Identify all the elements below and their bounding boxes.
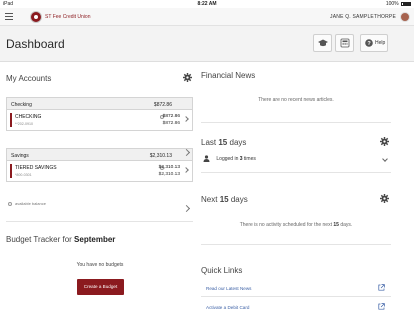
account-row-tiered-savings[interactable]: TIERED SAVINGS *800-0301 $2,310.13 $2,31… [7,161,192,181]
budget-month: September [74,235,116,244]
legend-text: available balance [15,201,46,206]
next-days-prefix: Next [201,195,218,204]
quick-link-divider [201,296,391,297]
avatar[interactable] [400,12,410,22]
last-days-suffix: days [229,138,247,147]
next-days-title: Next 15 days [201,195,248,204]
education-button[interactable] [313,34,332,52]
battery-percent: 100% [385,1,399,7]
external-link-icon[interactable] [378,303,385,310]
accounts-settings-gear-icon[interactable] [183,73,192,82]
account-name: TIERED SAVINGS [15,165,57,171]
last-days-count: 15 [218,138,228,147]
account-number: *800-0301 [15,173,32,177]
expand-chevron-down-icon[interactable] [382,156,388,162]
section-divider [201,244,391,245]
chevron-right-icon [183,116,189,122]
account-name: CHECKING [15,114,42,120]
available-balance-legend: available balance [8,201,46,206]
next-days-settings-gear-icon[interactable] [380,194,389,203]
page-title: Dashboard [6,37,65,51]
help-button[interactable]: ? Help [360,34,388,52]
savings-group-header: Savings $2,310.13 [7,149,192,161]
section-divider [6,221,193,222]
quick-link-activate-debit-card[interactable]: Activate a Debit Card [206,305,249,310]
calculator-icon [340,38,349,48]
last-days-prefix: Last [201,138,217,147]
credit-union-logo[interactable] [30,11,42,23]
available-balance: $872.86 [162,114,180,119]
financial-news-title: Financial News [201,71,256,80]
battery-status: 100% [386,1,411,7]
group-total: $872.86 [153,102,172,108]
user-menu[interactable]: JANE Q. SAMPLETHORPE [330,14,396,20]
logged-count: 3 [239,155,243,162]
status-bar: iPad 8:22 AM 100% [0,0,414,8]
section-divider [201,122,391,123]
logged-suffix: times [243,155,256,162]
available-balance-icon [8,201,12,206]
user-icon [203,155,210,162]
checking-group-header: Checking $872.86 [7,98,192,110]
my-accounts-title: My Accounts [6,74,52,83]
current-balance: $872.86 [162,121,180,126]
group-name: Savings [11,153,29,159]
next-days-count: 15 [219,195,229,204]
next-days-chevron-right-icon[interactable] [182,204,191,213]
savings-group: Savings $2,310.13 TIERED SAVINGS *800-03… [6,148,193,182]
help-label: Help [375,40,386,46]
account-accent-bar [10,164,12,178]
no-budgets-message: You have no budgets [76,262,124,268]
brand-name[interactable]: ST Fee Credit Union [45,14,90,20]
graduation-cap-icon [317,39,328,47]
quick-link-latest-news[interactable]: Read our Latest News [206,286,251,291]
available-balance: $2,310.13 [158,165,180,170]
clock: 8:22 AM [197,1,217,7]
checking-group: Checking $872.86 CHECKING **202-0910 $87… [6,97,193,131]
next-message-prefix: There is no activity scheduled for the n… [239,222,332,228]
battery-icon [401,1,411,6]
group-name: Checking [11,102,32,108]
hamburger-menu-icon[interactable] [5,13,13,20]
calculator-button[interactable] [335,34,354,52]
group-total: $2,310.13 [149,153,172,159]
last-days-title: Last 15 days [201,138,246,147]
budget-tracker-title: Budget Tracker for September [6,235,115,244]
top-nav: ST Fee Credit Union JANE Q. SAMPLETHORPE [0,8,414,26]
next-message-suffix: days. [340,222,353,228]
news-empty-message: There are no recent news articles. [258,97,334,103]
quick-links-title: Quick Links [201,266,243,275]
page-header: Dashboard ? Help [0,26,414,62]
help-circle-icon: ? [365,39,373,47]
next-days-message: There is no activity scheduled for the n… [201,222,391,228]
logged-prefix: Logged in [216,155,239,162]
budget-title-prefix: Budget Tracker for [6,235,72,244]
external-link-icon[interactable] [378,284,385,291]
account-accent-bar [10,113,12,127]
last-days-settings-gear-icon[interactable] [380,137,389,146]
login-summary: Logged in 3 times [203,155,256,162]
current-balance: $2,310.13 [158,172,180,177]
account-number: **202-0910 [15,122,33,126]
create-budget-button[interactable]: Create a Budget [77,279,124,295]
account-row-checking[interactable]: CHECKING **202-0910 $872.86 $872.86 [7,110,192,130]
section-divider [201,172,391,173]
next-message-count: 15 [333,222,339,228]
chevron-right-icon [183,167,189,173]
next-days-suffix: days [230,195,248,204]
